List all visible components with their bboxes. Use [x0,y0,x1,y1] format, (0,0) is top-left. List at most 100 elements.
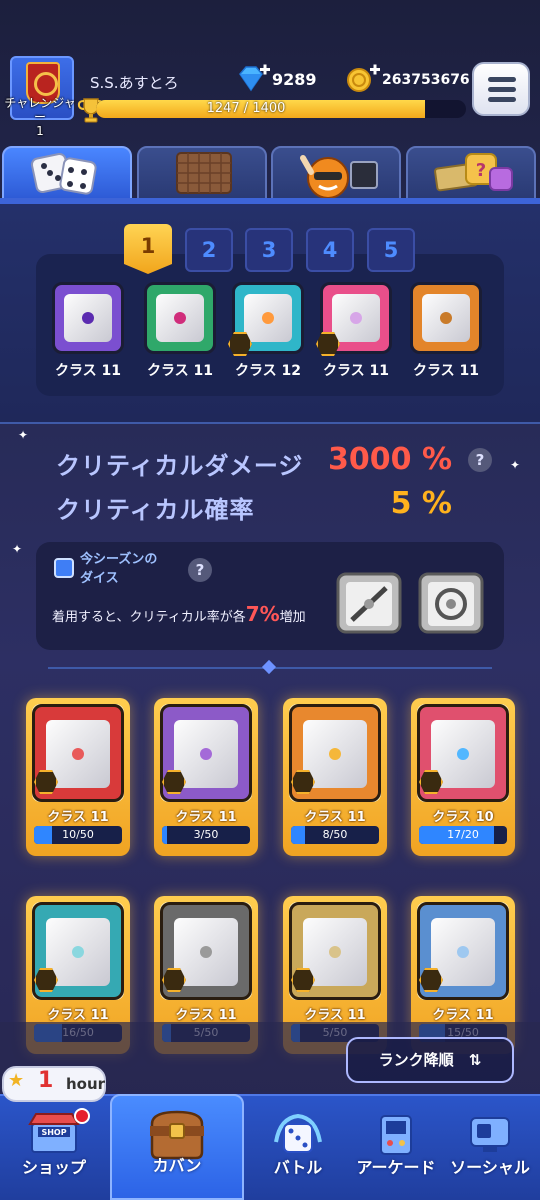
deck-die[interactable] [410,282,482,354]
svg-text:?: ? [476,160,486,181]
crit-rate-label: クリティカル確率 [56,496,255,524]
dice-card-art [417,704,509,802]
shop-timer-unit: hour [66,1075,106,1093]
die-face [332,294,380,342]
nav-arcade[interactable]: アーケード [350,1094,442,1200]
die-face [156,294,204,342]
shop-timer-value: 1 [38,1068,54,1093]
deck-tab-5[interactable]: 5 [367,228,415,272]
dice-card-art [32,902,124,1000]
rank-level-text: 1 [36,124,44,138]
shop-timer-bubble[interactable]: ★ 1 hour [2,1066,106,1102]
dice-card[interactable]: クラス 10 17/20 [411,698,515,856]
dice-card-art [160,704,252,802]
crit-damage-label: クリティカルダメージ [56,452,304,480]
deck-die[interactable] [52,282,124,354]
deck-tab-1[interactable]: 1 [124,224,172,274]
season-description: 着用すると、クリティカル率が各7%増加 [52,602,306,626]
deck-die[interactable] [316,282,392,356]
xp-text: 1247 / 1400 [206,101,286,116]
board-icon [176,152,232,194]
die-pip [457,748,469,760]
sort-arrows-icon: ⇅ [468,1051,482,1069]
dice-card-class: クラス 11 [47,1008,109,1023]
season-die-shield-icon[interactable] [416,568,486,636]
deck-die-label: クラス 11 [412,363,480,379]
deck-die[interactable] [144,282,216,354]
emote-icon: ? [434,153,513,192]
hamburger-line [488,97,516,102]
deck-tab-2[interactable]: 2 [185,228,233,272]
dice-card-art [289,902,381,1000]
deck-tab-3[interactable]: 3 [245,228,293,272]
tab-emote[interactable]: ? [406,146,536,200]
crit-rate-value: 5 % [390,486,452,521]
dice-card-progress-text: 10/50 [62,828,94,841]
dice-card-class: クラス 11 [175,1008,237,1023]
sparkle-icon: ✦ [12,542,23,556]
dice-icon [30,152,97,195]
star-icon: ★ [8,1070,25,1091]
nav-shop[interactable]: SHOP ショップ [0,1094,108,1200]
dice-card-progress-text: 17/20 [447,828,479,841]
tab-dice[interactable] [2,146,132,200]
sparkle-icon: ✦ [510,458,521,472]
dice-card-class: クラス 11 [175,810,237,825]
dice-card[interactable]: クラス 11 3/50 [154,698,258,856]
hamburger-menu-icon [488,77,516,82]
dice-card[interactable]: クラス 11 8/50 [283,698,387,856]
dice-card-progress-bar: 10/50 [34,826,122,844]
season-help-button[interactable]: ? [188,558,212,582]
hamburger-menu-button[interactable] [472,62,530,116]
season-title-line1: 今シーズンの [80,552,158,567]
die-pip [200,748,212,760]
deck-die-label: クラス 11 [54,363,122,379]
tab-board[interactable] [137,146,267,200]
sort-button-label: ランク降順 [378,1051,454,1069]
die-face [244,294,292,342]
die-pip [72,946,84,958]
arcade-icon [380,1115,412,1155]
nav-battle[interactable]: バトル [246,1094,350,1200]
season-desc-percent: 7% [245,602,280,626]
deck-tab-4[interactable]: 4 [306,228,354,272]
die-pip [200,946,212,958]
die-pip [440,312,452,324]
dice-card-class: クラス 11 [432,1008,494,1023]
coin-count: 263753676 [382,72,470,88]
die-pip [329,748,341,760]
dice-card-class: クラス 11 [47,810,109,825]
nav-social[interactable]: ソーシャル [440,1094,540,1200]
die-pip [457,946,469,958]
season-die-sword-icon[interactable] [334,568,404,636]
character-icon [300,155,378,199]
gem-icon[interactable] [234,62,270,94]
dice-card-art [289,704,381,802]
nav-arcade-label: アーケード [356,1158,436,1177]
crit-damage-value: 3000 % [328,442,452,477]
tab-character[interactable] [271,146,401,200]
season-title: 今シーズンの ダイス [80,550,200,588]
nav-shop-label: ショップ [21,1158,86,1177]
hamburger-line [488,87,516,92]
rank-title: チャレンジャー 1 [0,96,80,138]
season-desc-suffix: 増加 [279,610,306,625]
die-face [422,294,470,342]
dice-card-class: クラス 11 [304,810,366,825]
season-dice-icon [54,558,74,578]
die-pip [329,946,341,958]
deck-die-label: クラス 11 [146,363,214,379]
nav-bag[interactable]: カバン [110,1094,244,1200]
dice-card-art [160,902,252,1000]
dice-card-progress-bar: 3/50 [162,826,250,844]
dice-card[interactable]: クラス 11 10/50 [26,698,130,856]
die-face [64,294,112,342]
crit-help-button[interactable]: ? [468,448,492,472]
coin-icon[interactable] [344,62,380,94]
nav-bag-label: カバン [152,1156,202,1175]
sort-button[interactable]: ランク降順 ⇅ [346,1037,514,1083]
die-pip [72,748,84,760]
die-pip [82,312,94,324]
deck-die[interactable] [228,282,304,356]
die-pip [262,312,274,324]
